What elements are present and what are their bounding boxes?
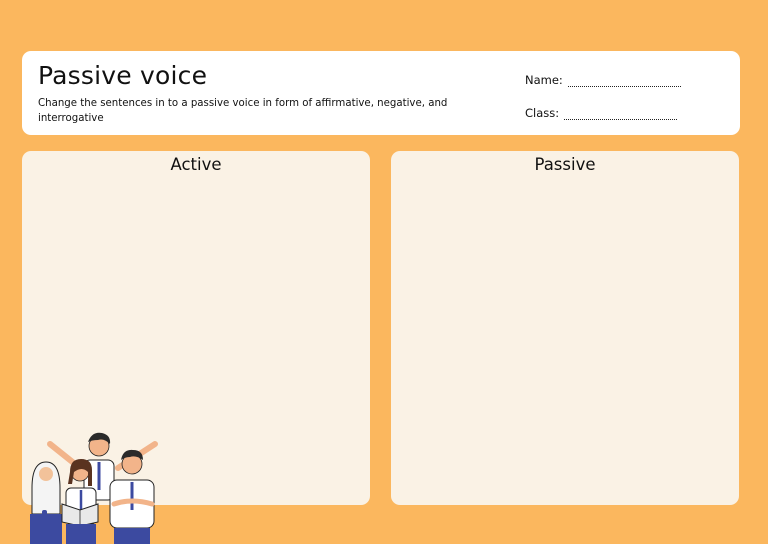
page-title: Passive voice — [38, 61, 208, 90]
active-panel-title: Active — [170, 155, 222, 174]
passive-panel[interactable]: Passive — [391, 151, 739, 505]
class-dotted-line[interactable] — [564, 107, 678, 120]
name-field[interactable]: Name: — [525, 73, 681, 87]
class-label: Class: — [525, 106, 560, 120]
students-group-illustration — [30, 432, 158, 544]
instructions-text: Change the sentences in to a passive voi… — [38, 98, 448, 124]
passive-panel-title: Passive — [534, 155, 596, 174]
name-dotted-line[interactable] — [567, 74, 681, 87]
worksheet-header: Passive voice Change the sentences in to… — [22, 51, 740, 135]
student-boy-right-icon — [109, 449, 155, 544]
student-girl-hijab-icon — [30, 461, 62, 544]
name-label: Name: — [525, 73, 563, 87]
class-field[interactable]: Class: — [525, 106, 678, 120]
